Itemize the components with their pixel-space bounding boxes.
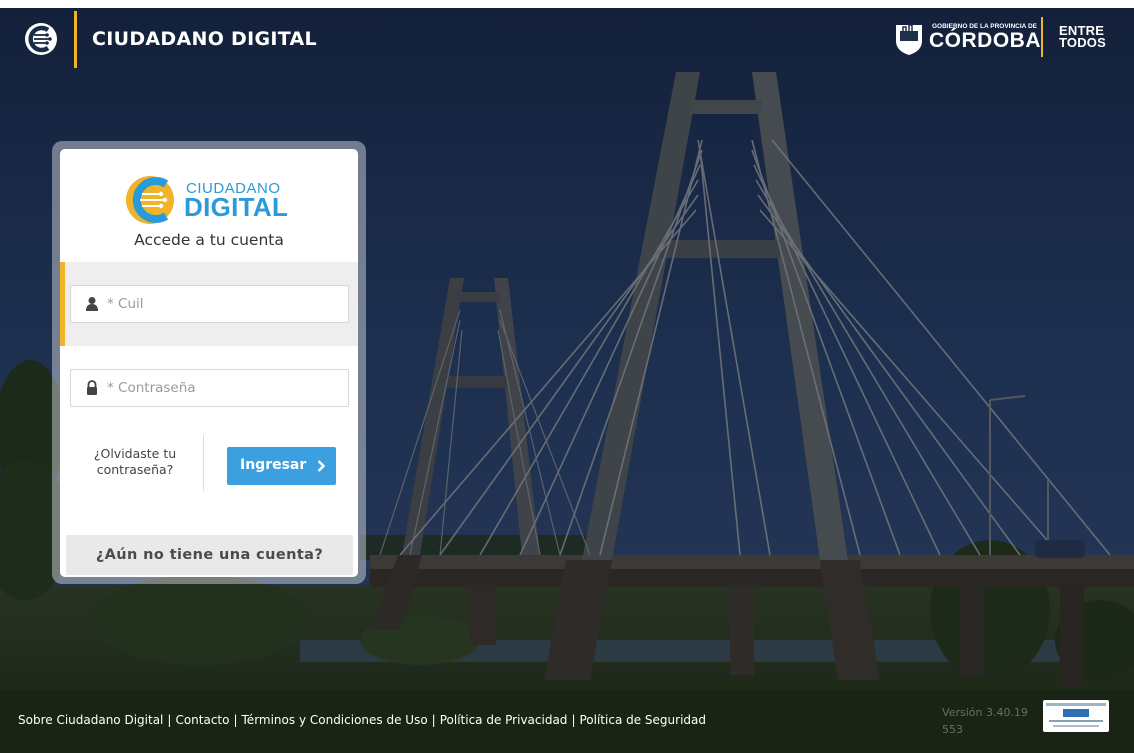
header-divider [74, 11, 77, 68]
signup-button[interactable]: ¿Aún no tiene una cuenta? [66, 535, 353, 575]
gov-divider [1041, 17, 1043, 57]
password-field[interactable] [70, 369, 349, 407]
build-label: 553 [942, 723, 963, 736]
ingresar-button[interactable]: Ingresar [227, 447, 336, 485]
lock-icon [87, 380, 97, 395]
todos-label: TODOS [1059, 35, 1106, 50]
app-title: CIUDADANO DIGITAL [92, 28, 317, 50]
gov-cordoba-label: CÓRDOBA [929, 29, 1041, 52]
footer-link-contact[interactable]: Contacto [175, 713, 229, 727]
footer-link-terms[interactable]: Términos y Condiciones de Uso [242, 713, 428, 727]
version-label: Versión 3.40.19 [942, 706, 1028, 719]
password-input[interactable] [107, 377, 337, 399]
login-subtitle: Accede a tu cuenta [134, 231, 284, 249]
footer-separator: | [571, 713, 576, 727]
forgot-line-2: contraseña? [96, 462, 174, 477]
brand-line-2: DIGITAL [184, 192, 289, 222]
footer-link-about[interactable]: Sobre Ciudadano Digital [18, 713, 163, 727]
ciudadano-digital-logo [25, 23, 57, 55]
footer-separator: | [431, 713, 436, 727]
signup-label: ¿Aún no tiene una cuenta? [95, 547, 324, 563]
footer-separator: | [233, 713, 238, 727]
cuil-input[interactable] [107, 293, 337, 315]
entre-todos-logo: ENTRE TODOS [1059, 24, 1106, 50]
cuil-focus-accent [60, 262, 65, 346]
user-icon [86, 297, 98, 311]
pdp-badge[interactable] [1043, 700, 1109, 732]
footer-links: Sobre Ciudadano Digital | Contacto | Término… [18, 713, 706, 727]
footer-link-privacy[interactable]: Política de Privacidad [440, 713, 568, 727]
cuil-field[interactable] [70, 285, 349, 323]
ingresar-label: Ingresar [240, 457, 307, 473]
forgot-password-link[interactable]: ¿Olvidaste tu contraseña? [80, 446, 190, 478]
actions-divider [203, 435, 204, 491]
footer-separator: | [167, 713, 172, 727]
chevron-right-icon [317, 460, 325, 472]
forgot-line-1: ¿Olvidaste tu [93, 446, 177, 461]
version-info: Versión 3.40.19 553 [942, 704, 1028, 738]
footer-link-security[interactable]: Política de Seguridad [579, 713, 706, 727]
